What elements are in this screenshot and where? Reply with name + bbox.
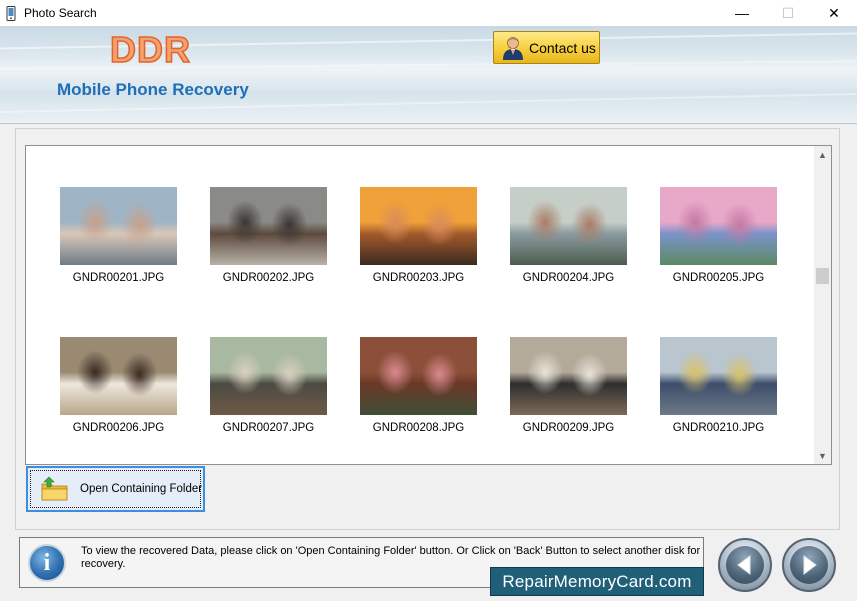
photo-filename: GNDR00207.JPG — [222, 422, 315, 434]
window-controls: — ☐ ✕ — [719, 0, 857, 26]
folder-icon — [40, 476, 70, 502]
photo-image[interactable] — [510, 337, 627, 415]
photo-thumbnail[interactable]: GNDR00206.JPG — [60, 337, 178, 434]
app-header: DDR Mobile Phone Recovery Contact us — [0, 26, 857, 122]
open-containing-folder-label: Open Containing Folder — [80, 483, 203, 495]
header-divider — [0, 123, 857, 124]
phone-app-icon — [6, 5, 16, 21]
photo-thumbnail[interactable]: GNDR00209.JPG — [510, 337, 628, 434]
photo-filename: GNDR00204.JPG — [522, 272, 615, 284]
photo-image[interactable] — [360, 187, 477, 265]
photo-thumbnail[interactable]: GNDR00202.JPG — [210, 187, 328, 284]
photo-thumbnail[interactable]: GNDR00207.JPG — [210, 337, 328, 434]
back-arrow-icon — [737, 555, 751, 575]
photo-image[interactable] — [360, 337, 477, 415]
photo-filename: GNDR00208.JPG — [372, 422, 465, 434]
photo-filename: GNDR00203.JPG — [372, 272, 465, 284]
photo-thumbnail[interactable]: GNDR00201.JPG — [60, 187, 178, 284]
info-icon: i — [28, 544, 66, 582]
photo-image[interactable] — [510, 187, 627, 265]
photo-filename: GNDR00210.JPG — [672, 422, 765, 434]
contact-us-label: Contact us — [529, 39, 596, 56]
back-button[interactable] — [718, 538, 772, 592]
next-arrow-icon — [803, 555, 817, 575]
photo-thumbnail[interactable]: GNDR00210.JPG — [660, 337, 778, 434]
minimize-button[interactable]: — — [719, 0, 765, 26]
title-bar: Photo Search — ☐ ✕ — [0, 0, 857, 26]
photo-thumbnail[interactable]: GNDR00204.JPG — [510, 187, 628, 284]
photo-thumbnail[interactable]: GNDR00203.JPG — [360, 187, 478, 284]
website-badge: RepairMemoryCard.com — [490, 567, 704, 596]
brand-logo: DDR — [109, 28, 191, 71]
photo-filename: GNDR00206.JPG — [72, 422, 165, 434]
vertical-scrollbar[interactable]: ▲ ▼ — [814, 146, 831, 464]
photo-gallery: ▲ ▼ GNDR00201.JPG GNDR00202.JPG GNDR00203.… — [25, 145, 832, 465]
photo-image[interactable] — [210, 187, 327, 265]
close-button[interactable]: ✕ — [811, 0, 857, 26]
scrollbar-thumb[interactable] — [816, 268, 829, 284]
open-containing-folder-button[interactable]: Open Containing Folder — [26, 466, 205, 512]
scroll-up-icon[interactable]: ▲ — [814, 146, 831, 163]
maximize-button: ☐ — [781, 4, 795, 21]
photo-thumbnail[interactable]: GNDR00208.JPG — [360, 337, 478, 434]
person-icon — [502, 36, 524, 60]
photo-filename: GNDR00205.JPG — [672, 272, 765, 284]
photo-filename: GNDR00201.JPG — [72, 272, 165, 284]
photo-image[interactable] — [60, 187, 177, 265]
photo-image[interactable] — [60, 337, 177, 415]
scroll-down-icon[interactable]: ▼ — [814, 447, 831, 464]
photo-image[interactable] — [210, 337, 327, 415]
next-button[interactable] — [782, 538, 836, 592]
photo-image[interactable] — [660, 187, 777, 265]
contact-us-button[interactable]: Contact us — [493, 31, 600, 64]
photo-image[interactable] — [660, 337, 777, 415]
photo-thumbnail[interactable]: GNDR00205.JPG — [660, 187, 778, 284]
photo-filename: GNDR00209.JPG — [522, 422, 615, 434]
product-subtitle: Mobile Phone Recovery — [57, 80, 249, 99]
window-title: Photo Search — [24, 6, 97, 20]
photo-filename: GNDR00202.JPG — [222, 272, 315, 284]
